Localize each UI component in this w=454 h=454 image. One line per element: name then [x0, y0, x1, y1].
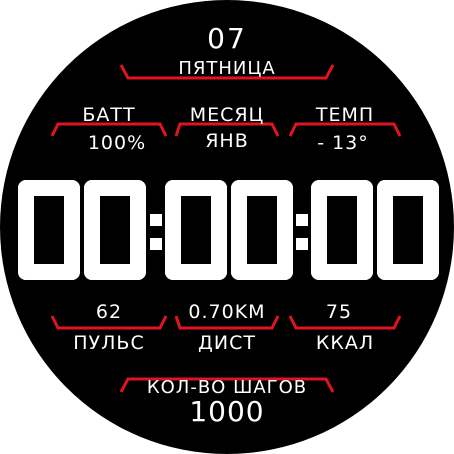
digit-segment: [377, 180, 393, 238]
digit-segment: [18, 180, 34, 238]
month-value: ЯНВ: [205, 130, 249, 152]
digit-segment: [311, 180, 327, 238]
colon-dot: [296, 238, 308, 250]
digit-glyph: [84, 180, 146, 280]
pulse-value: 62: [95, 301, 123, 323]
digit-glyph: [377, 180, 439, 280]
battery-label: БАТТ: [82, 104, 136, 126]
colon-dot: [150, 214, 162, 226]
digit-glyph: [18, 180, 80, 280]
minute-ones-digit: [231, 180, 293, 280]
digit-glyph: [311, 180, 373, 280]
colon-dot: [150, 238, 162, 250]
second-tens-digit: [311, 180, 373, 280]
pulse-label: ПУЛЬС: [73, 332, 145, 354]
temperature-value: - 13°: [317, 132, 369, 154]
digit-segment: [165, 180, 181, 238]
digit-glyph: [231, 180, 293, 280]
steps-value: 1000: [189, 395, 265, 428]
hour-ones-digit: [84, 180, 146, 280]
minute-tens-digit: [165, 180, 227, 280]
digit-glyph: [165, 180, 227, 280]
calories-value: 75: [325, 301, 353, 323]
digit-segment: [231, 180, 247, 238]
watch-face: 07 ПЯТНИЦА БАТТ МЕСЯЦ ТЕМП 100% ЯНВ - 13…: [0, 0, 454, 454]
digit-segment: [84, 180, 100, 238]
hour-tens-digit: [18, 180, 80, 280]
temperature-label: ТЕМП: [315, 104, 375, 126]
calories-label: ККАЛ: [315, 332, 375, 354]
battery-value: 100%: [87, 132, 147, 154]
weekday-label: ПЯТНИЦА: [178, 58, 276, 79]
distance-value: 0.70KM: [188, 301, 266, 323]
distance-label: ДИСТ: [198, 332, 256, 354]
month-label: МЕСЯЦ: [189, 104, 265, 126]
day-number: 07: [207, 22, 247, 55]
colon-dot: [296, 214, 308, 226]
second-ones-digit: [377, 180, 439, 280]
